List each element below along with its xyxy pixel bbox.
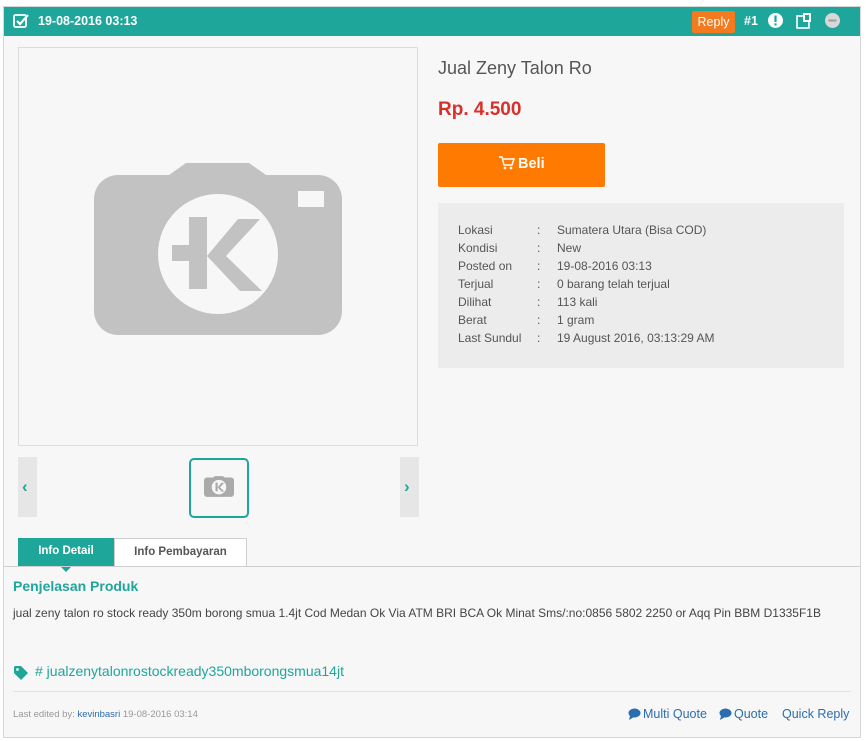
product-main-image[interactable]: [18, 47, 418, 446]
detail-separator: :: [537, 331, 541, 345]
speech-bubble-icon: [719, 708, 732, 720]
post-date: 19-08-2016 03:13: [38, 14, 138, 28]
detail-separator: :: [537, 313, 541, 327]
detail-value: 113 kali: [557, 295, 598, 309]
speech-bubble-icon: [628, 708, 641, 720]
cart-icon: [499, 156, 516, 170]
detail-label: Posted on: [458, 259, 513, 273]
detail-label: Terjual: [458, 277, 494, 291]
detail-label: Berat: [458, 313, 487, 327]
detail-separator: :: [537, 277, 541, 291]
detail-label: Lokasi: [458, 223, 493, 237]
quick-reply-button[interactable]: Quick Reply: [782, 707, 849, 721]
detail-value: 1 gram: [557, 313, 595, 327]
hashtag-link[interactable]: # jualzenytalonrostockready350mborongsmu…: [35, 663, 344, 679]
detail-value: 0 barang telah terjual: [557, 277, 670, 291]
checkbox-icon: [13, 14, 29, 28]
chevron-left-icon: ‹: [22, 477, 28, 496]
more-options-icon[interactable]: [824, 12, 841, 29]
gallery-next-button[interactable]: ›: [400, 457, 419, 517]
quote-label: Quote: [734, 707, 769, 721]
edited-time: 19-08-2016 03:14: [122, 709, 198, 720]
buy-button-label: Beli: [518, 156, 545, 172]
report-icon[interactable]: [767, 12, 784, 29]
edited-prefix: Last edited by:: [13, 709, 75, 720]
detail-separator: :: [537, 295, 541, 309]
gallery-thumbnail[interactable]: [189, 458, 249, 518]
post-number-link[interactable]: #1: [744, 14, 758, 28]
detail-value: New: [557, 241, 582, 255]
edited-user-link[interactable]: kevinbasri: [77, 709, 120, 720]
description-heading: Penjelasan Produk: [13, 578, 139, 594]
product-title: Jual Zeny Talon Ro: [438, 58, 592, 78]
buy-button[interactable]: Beli: [438, 143, 605, 187]
multi-quote-label: Multi Quote: [643, 707, 707, 721]
detail-value: 19-08-2016 03:13: [557, 259, 652, 273]
tab-info-pembayaran[interactable]: Info Pembayaran: [114, 538, 247, 566]
share-icon[interactable]: [795, 12, 812, 29]
detail-value: Sumatera Utara (Bisa COD): [557, 223, 707, 237]
tab-info-detail[interactable]: Info Detail: [18, 538, 114, 572]
detail-value: 19 August 2016, 03:13:29 AM: [557, 331, 715, 345]
camera-k-icon: [204, 476, 234, 497]
description-text: jual zeny talon ro stock ready 350m boro…: [13, 606, 821, 620]
multi-quote-button[interactable]: Multi Quote: [628, 707, 707, 721]
reply-button[interactable]: Reply: [692, 11, 735, 33]
product-details: Lokasi : Sumatera Utara (Bisa COD) Kondi…: [438, 203, 844, 368]
post-container: 19-08-2016 03:13 Reply #1 ‹ › Jual Zeny …: [3, 6, 861, 738]
detail-separator: :: [537, 259, 541, 273]
last-edited-info: Last edited by: kevinbasri 19-08-2016 03…: [13, 709, 198, 720]
footer-divider: [13, 691, 851, 692]
post-header: 19-08-2016 03:13 Reply #1: [4, 7, 860, 36]
quote-button[interactable]: Quote: [719, 707, 768, 721]
tab-divider: [4, 566, 860, 567]
tag-icon: [14, 666, 28, 680]
detail-separator: :: [537, 223, 541, 237]
camera-k-icon: [94, 163, 342, 335]
detail-label: Dilihat: [458, 295, 492, 309]
chevron-right-icon: ›: [404, 477, 410, 496]
gallery-prev-button[interactable]: ‹: [18, 457, 37, 517]
detail-label: Kondisi: [458, 241, 498, 255]
detail-separator: :: [537, 241, 541, 255]
detail-label: Last Sundul: [458, 331, 522, 345]
product-price: Rp. 4.500: [438, 99, 522, 120]
